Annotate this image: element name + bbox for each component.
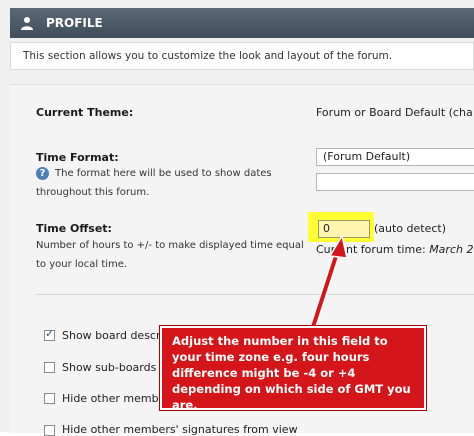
option-checkbox-0[interactable] bbox=[44, 327, 55, 341]
option-checkbox-2[interactable] bbox=[44, 393, 55, 404]
time-offset-desc-line2: to your local time. bbox=[36, 259, 128, 270]
time-format-help-line2: throughout this forum. bbox=[36, 187, 150, 198]
current-forum-time-label: Current forum time: bbox=[316, 243, 426, 256]
option-label-2: Hide other membe bbox=[62, 392, 166, 405]
option-checkbox-3[interactable] bbox=[44, 425, 55, 436]
help-icon[interactable]: ? bbox=[36, 167, 49, 180]
current-theme-label: Current Theme: bbox=[36, 106, 134, 119]
time-format-label: Time Format: bbox=[36, 151, 119, 164]
time-offset-desc-line1: Number of hours to +/- to make displayed… bbox=[36, 240, 304, 251]
screenshot-frame: PROFILE This section allows you to custo… bbox=[0, 0, 474, 436]
time-format-select[interactable]: (Forum Default) bbox=[316, 148, 474, 166]
user-icon bbox=[21, 17, 33, 30]
section-description-text: This section allows you to customize the… bbox=[23, 50, 393, 62]
time-offset-input-value: 0 bbox=[323, 222, 330, 235]
option-label-0: Show board descr bbox=[62, 329, 161, 342]
option-label-3: Hide other members' signatures from view bbox=[62, 423, 298, 436]
callout-text: Adjust the number in this field to your … bbox=[172, 334, 411, 412]
time-offset-label: Time Offset: bbox=[36, 222, 112, 235]
section-description: This section allows you to customize the… bbox=[10, 42, 474, 70]
current-theme-value[interactable]: Forum or Board Default (cha bbox=[316, 106, 473, 119]
time-format-select-value: (Forum Default) bbox=[323, 150, 411, 163]
time-format-help-line1: The format here will be used to show dat… bbox=[55, 168, 272, 179]
section-divider bbox=[36, 294, 474, 295]
current-forum-time-value: March 2 bbox=[429, 243, 474, 256]
annotation-callout: Adjust the number in this field to your … bbox=[159, 325, 427, 412]
auto-detect-link[interactable]: (auto detect) bbox=[374, 222, 446, 235]
time-offset-input[interactable]: 0 bbox=[318, 220, 370, 238]
header-title: PROFILE bbox=[46, 16, 103, 30]
profile-header: PROFILE bbox=[10, 8, 474, 38]
time-format-custom-input[interactable] bbox=[316, 173, 474, 191]
option-checkbox-1[interactable] bbox=[44, 362, 55, 373]
option-label-1: Show sub-boards bbox=[62, 361, 157, 374]
current-forum-time: Current forum time: March 2 bbox=[316, 243, 473, 256]
